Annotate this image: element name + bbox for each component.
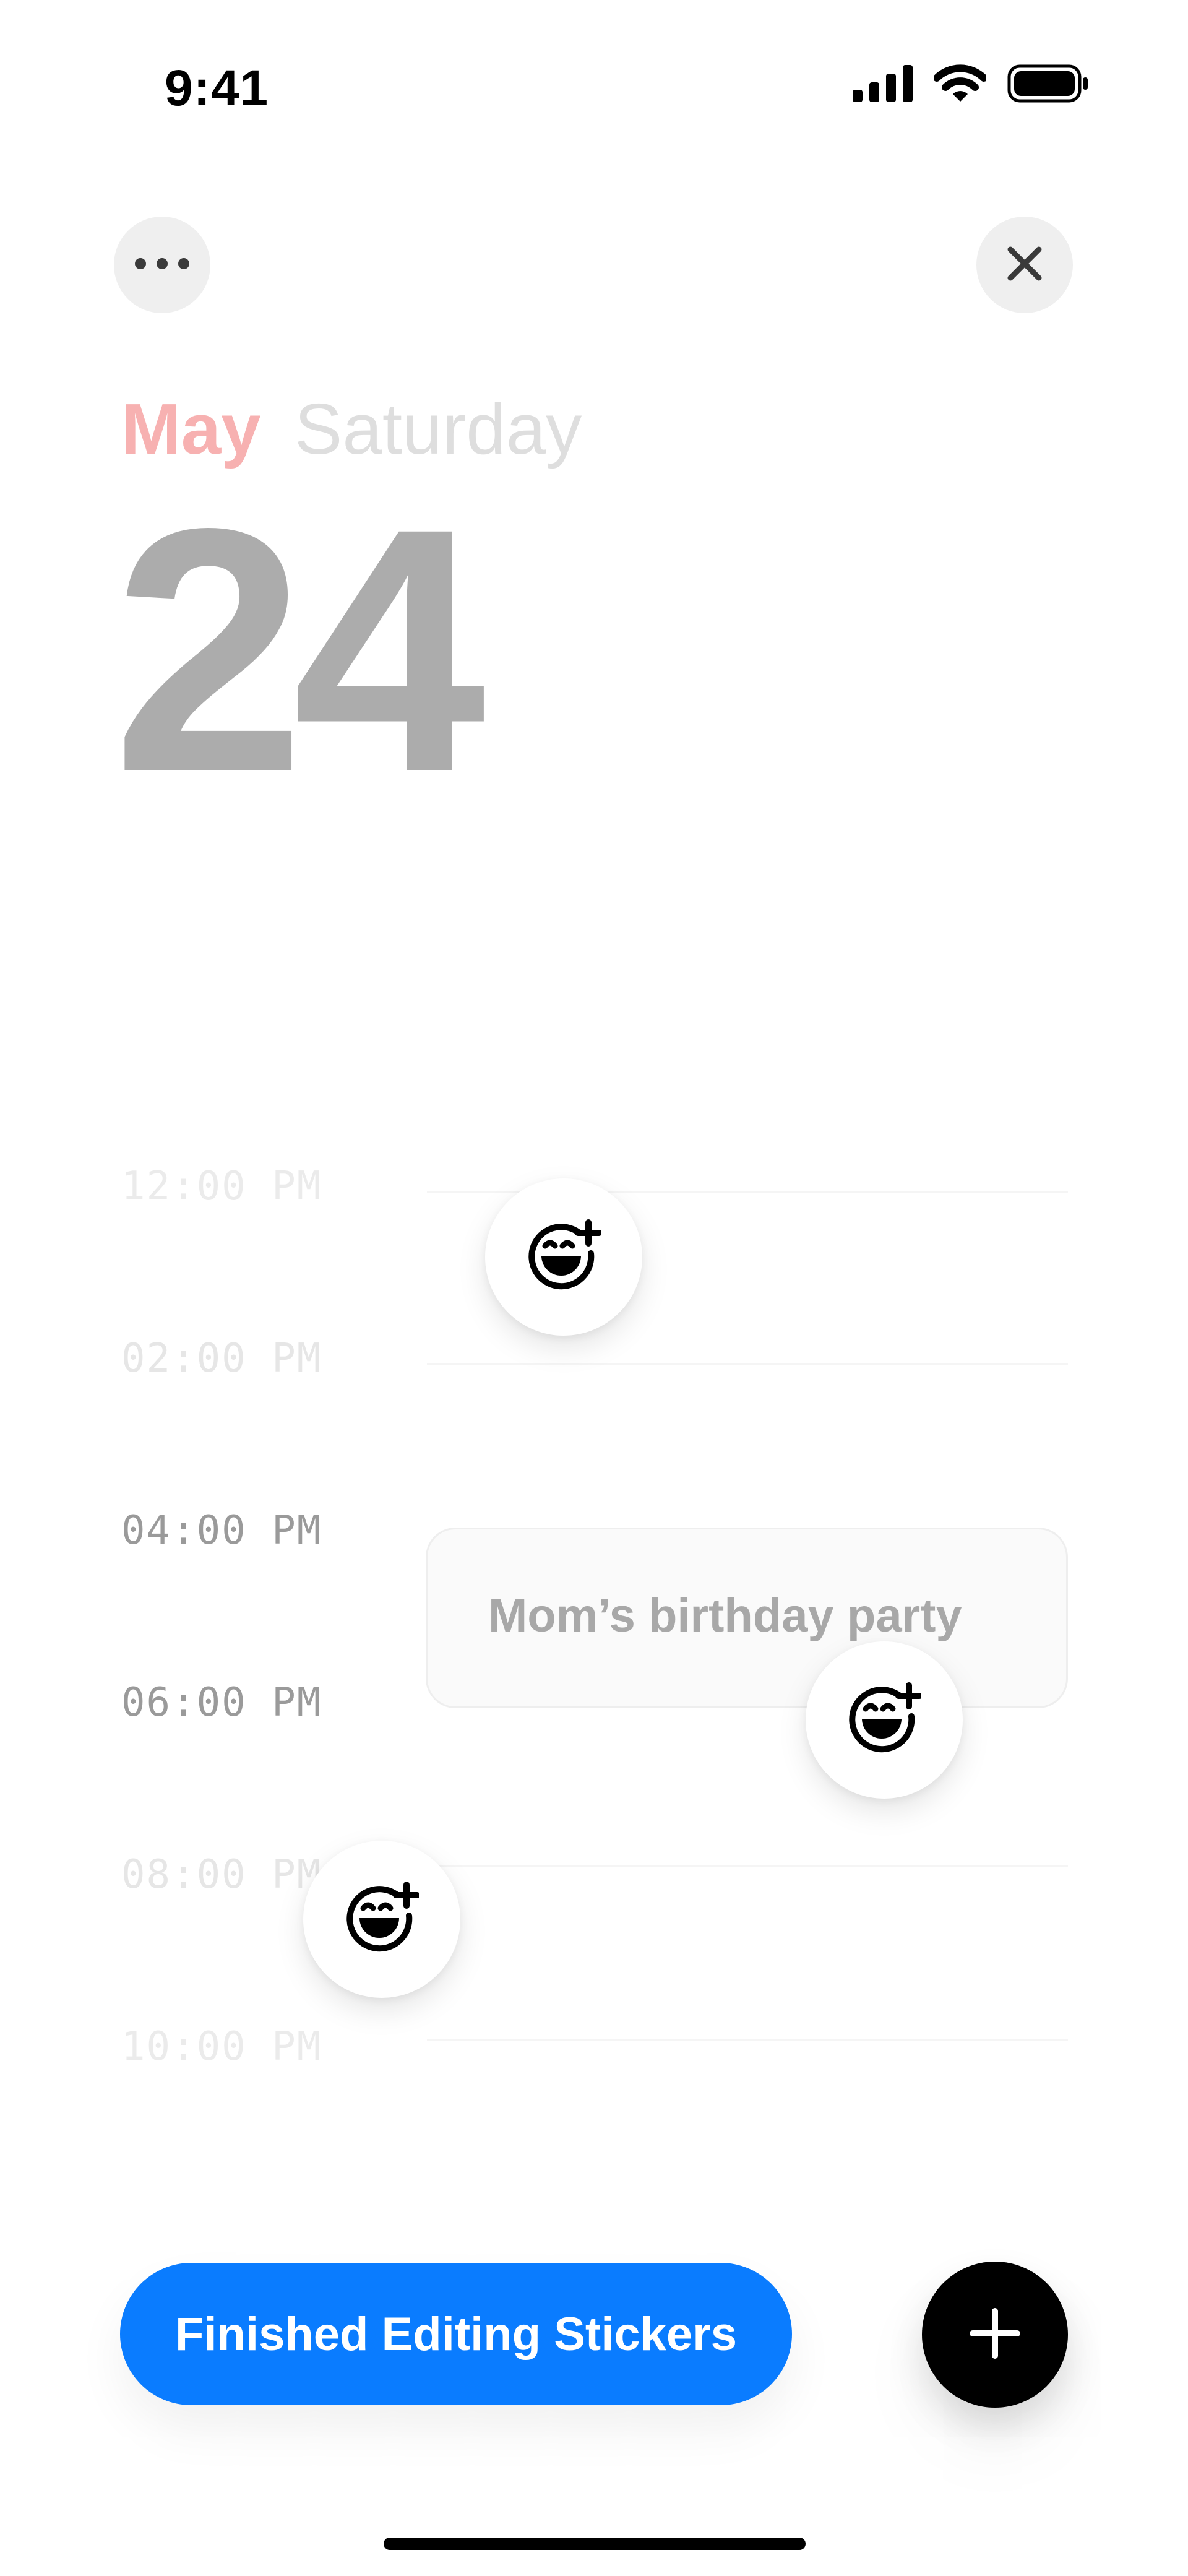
event-card[interactable]: Mom’s birthday party bbox=[426, 1528, 1068, 1708]
time-label: 04:00 PM bbox=[121, 1508, 322, 1554]
day-number: 24 bbox=[113, 456, 486, 844]
hour-divider bbox=[427, 1363, 1068, 1365]
time-label: 10:00 PM bbox=[121, 2024, 322, 2070]
event-title: Mom’s birthday party bbox=[488, 1589, 962, 1642]
plus-icon bbox=[969, 2307, 1021, 2362]
sticker-button[interactable] bbox=[806, 1641, 963, 1799]
add-button[interactable] bbox=[922, 2262, 1068, 2408]
add-sticker-icon bbox=[345, 1881, 420, 1958]
status-time: 9:41 bbox=[165, 60, 269, 116]
sticker-button[interactable] bbox=[485, 1178, 642, 1336]
more-button[interactable] bbox=[114, 217, 210, 313]
signal-icon bbox=[853, 65, 913, 105]
time-label: 12:00 PM bbox=[121, 1164, 322, 1209]
add-sticker-icon bbox=[527, 1219, 602, 1296]
battery-icon bbox=[1007, 64, 1089, 106]
status-icons bbox=[853, 64, 1089, 106]
time-label: 02:00 PM bbox=[121, 1336, 322, 1381]
home-indicator bbox=[384, 2538, 806, 2550]
add-sticker-icon bbox=[847, 1682, 923, 1759]
time-label: 08:00 PM bbox=[121, 1852, 322, 1898]
wifi-icon bbox=[933, 64, 988, 106]
time-label: 06:00 PM bbox=[121, 1680, 322, 1726]
finish-editing-button[interactable]: Finished Editing Stickers bbox=[120, 2263, 792, 2405]
hour-divider bbox=[427, 1865, 1068, 1867]
sticker-button[interactable] bbox=[303, 1841, 460, 1998]
hour-divider bbox=[427, 2039, 1068, 2041]
close-icon bbox=[1007, 246, 1043, 285]
ellipsis-icon bbox=[134, 257, 190, 273]
close-button[interactable] bbox=[976, 217, 1073, 313]
